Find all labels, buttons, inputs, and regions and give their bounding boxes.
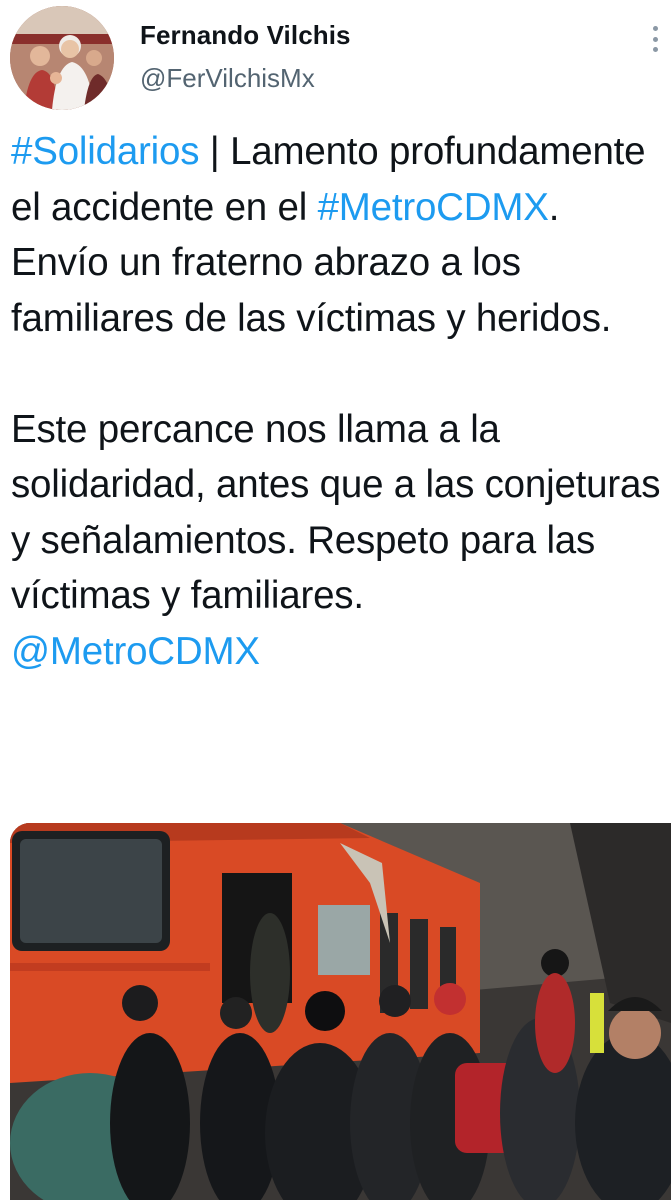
tweet[interactable]: Fernando Vilchis @FerVilchisMx #Solidari… [0,0,671,1200]
metro-accident-photo [10,823,671,1200]
mention-metrocdmx-link[interactable]: @MetroCDMX [11,630,260,673]
author-handle[interactable]: @FerVilchisMx [140,63,315,94]
tweet-paragraph-3: @MetroCDMX [11,624,661,680]
tweet-paragraph-2: Este percance nos llama a la solidaridad… [11,407,661,618]
tweet-paragraph-1: #Solidarios | Lamento profundamente el a… [11,124,661,346]
tweet-text: #Solidarios | Lamento profundamente el a… [11,124,661,679]
more-options-icon[interactable] [640,22,670,56]
more-dot [652,36,658,42]
more-dot [652,26,658,31]
tweet-media-photo[interactable] [10,823,671,1200]
avatar-photo [10,6,114,110]
avatar[interactable] [10,6,114,110]
hashtag-metrocdmx-link[interactable]: #MetroCDMX [318,186,549,229]
more-dot [652,47,658,52]
hashtag-solidarios-link[interactable]: #Solidarios [11,130,199,173]
author-name[interactable]: Fernando Vilchis [140,20,351,51]
